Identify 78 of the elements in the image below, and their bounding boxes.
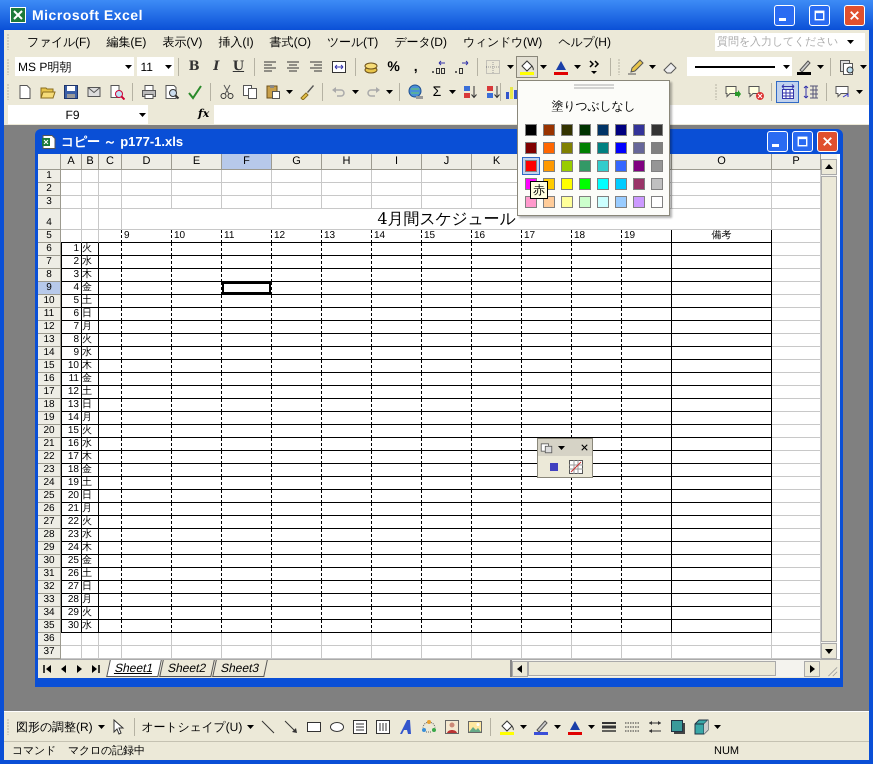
table-cell: 14 [372, 230, 422, 243]
table-cell: 木 [82, 269, 99, 282]
table-cell: 24 [61, 542, 82, 555]
table-cell: 金 [82, 464, 99, 477]
table-cell: 18 [61, 464, 82, 477]
num-lock-indicator: NUM [714, 744, 740, 759]
table-cell: 木 [82, 360, 99, 373]
table-cell: 金 [82, 555, 99, 568]
table-cell: 3 [61, 269, 82, 282]
table-cell: 月 [82, 594, 99, 607]
table-cell: 9 [122, 230, 172, 243]
table-cell: 12 [272, 230, 322, 243]
table-cell: 土 [82, 295, 99, 308]
table-cell: 16 [61, 438, 82, 451]
table-cell: 29 [61, 607, 82, 620]
table-cell: 11 [61, 373, 82, 386]
table-cell: 10 [172, 230, 222, 243]
table-cell: 15 [422, 230, 472, 243]
table-cell: 10 [61, 360, 82, 373]
window-title: Microsoft Excel [32, 6, 144, 24]
table-cell: 12 [61, 386, 82, 399]
table-cell: 28 [61, 594, 82, 607]
table-cell: 17 [61, 451, 82, 464]
table-cell: 16 [472, 230, 522, 243]
table-cell: 14 [61, 412, 82, 425]
table-cell: 1 [61, 243, 82, 256]
table-cell: 備考 [672, 230, 772, 243]
table-cell: 26 [61, 568, 82, 581]
table-cell: 水 [82, 529, 99, 542]
table-cell: 18 [572, 230, 622, 243]
table-cell: 日 [82, 581, 99, 594]
table-cell: 8 [61, 334, 82, 347]
table-cell: 土 [82, 386, 99, 399]
table-cell: 月 [82, 503, 99, 516]
table-cell: 土 [82, 568, 99, 581]
table-cell: 火 [82, 334, 99, 347]
status-mode: コマンド [11, 744, 57, 759]
table-cell: 日 [82, 308, 99, 321]
table-cell: 火 [82, 425, 99, 438]
table-cell: 19 [61, 477, 82, 490]
table-cell: 月 [82, 412, 99, 425]
table-cell: 13 [61, 399, 82, 412]
table-cell: 30 [61, 620, 82, 633]
table-cell: 日 [82, 490, 99, 503]
table-cell: 水 [82, 347, 99, 360]
table-cell: 27 [61, 581, 82, 594]
table-cell: 木 [82, 542, 99, 555]
table-cell: 4 [61, 282, 82, 295]
table-cell: 9 [61, 347, 82, 360]
table-cell: 日 [82, 399, 99, 412]
table-cell: 水 [82, 256, 99, 269]
table-cell: 23 [61, 529, 82, 542]
table-cell: 21 [61, 503, 82, 516]
workbook-title: コピー ～ p177-1.xls [61, 132, 184, 151]
table-cell: 水 [82, 438, 99, 451]
table-cell: 金 [82, 373, 99, 386]
table-cell: 火 [82, 607, 99, 620]
status-macro: マクロの記録中 [68, 744, 146, 759]
table-cell: 土 [82, 477, 99, 490]
table-cell: 金 [82, 282, 99, 295]
table-cell: 水 [82, 620, 99, 633]
table-cell: 11 [222, 230, 272, 243]
color-tooltip: 赤 [530, 181, 548, 199]
table-cell: 22 [61, 516, 82, 529]
table-cell: 17 [522, 230, 572, 243]
table-cell: 火 [82, 243, 99, 256]
table-cell: 19 [622, 230, 672, 243]
table-cell: 木 [82, 451, 99, 464]
table-cell: 25 [61, 555, 82, 568]
table-cell: 6 [61, 308, 82, 321]
table-cell: 15 [61, 425, 82, 438]
table-cell: 7 [61, 321, 82, 334]
table-cell: 火 [82, 516, 99, 529]
table-cell: 月 [82, 321, 99, 334]
table-cell: 5 [61, 295, 82, 308]
table-cell: 20 [61, 490, 82, 503]
table-cell: 2 [61, 256, 82, 269]
table-cell: 13 [322, 230, 372, 243]
